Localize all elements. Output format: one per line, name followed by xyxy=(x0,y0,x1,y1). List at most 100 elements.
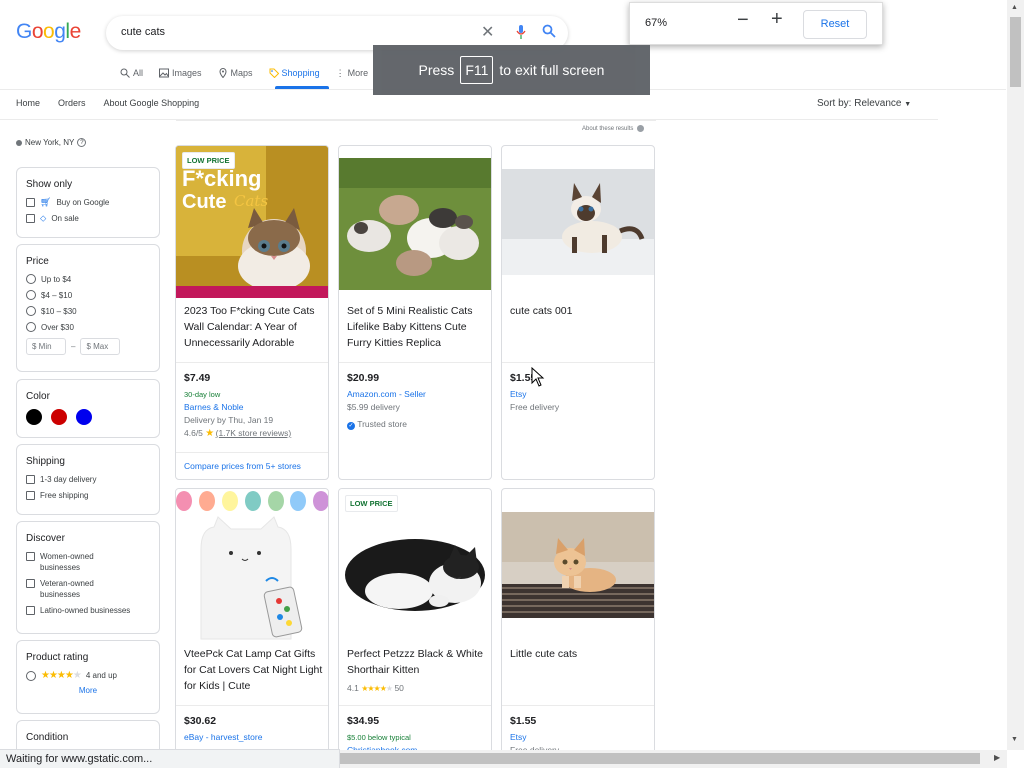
shipping-option[interactable]: 1-3 day delivery xyxy=(26,474,159,485)
star-rating-icon: ★★★★★ xyxy=(361,684,393,693)
product-title[interactable]: cute cats 001 xyxy=(510,303,650,319)
image-icon xyxy=(159,68,170,78)
search-input[interactable]: cute cats xyxy=(121,26,165,38)
clear-icon[interactable]: ✕ xyxy=(481,22,494,42)
status-bar: Waiting for www.gstatic.com... xyxy=(0,749,340,768)
zoom-in-button[interactable]: + xyxy=(771,8,783,31)
google-logo[interactable]: Google xyxy=(16,20,81,44)
sort-by-dropdown[interactable]: Sort by: Relevance ▼ xyxy=(817,98,911,109)
subnav-about[interactable]: About Google Shopping xyxy=(104,98,200,108)
radio[interactable] xyxy=(26,290,36,300)
price-range-inputs: $ Min – $ Max xyxy=(26,338,159,355)
scroll-down-icon[interactable]: ▼ xyxy=(1011,736,1018,743)
color-swatch-red[interactable] xyxy=(51,409,67,425)
store-name[interactable]: eBay - harvest_store xyxy=(184,731,262,744)
product-title[interactable]: Little cute cats xyxy=(510,646,650,662)
store-name[interactable]: Etsy xyxy=(510,388,559,401)
product-card[interactable]: Little cute cats $1.55 Etsy Free deliver… xyxy=(501,488,655,768)
scroll-right-icon[interactable]: ▶ xyxy=(994,753,1000,762)
low-price-badge: LOW PRICE xyxy=(182,152,235,169)
radio[interactable] xyxy=(26,322,36,332)
product-meta: 30-day low Barnes & Noble Delivery by Th… xyxy=(184,388,291,440)
microphone-icon[interactable] xyxy=(516,25,526,39)
scroll-thumb[interactable] xyxy=(340,753,980,764)
store-name[interactable]: Etsy xyxy=(510,731,559,744)
location[interactable]: New York, NY ? xyxy=(16,138,87,147)
subnav-home[interactable]: Home xyxy=(16,98,40,108)
product-card[interactable]: LOW PRICE F*cking Cute Cats 2023 Too F*c… xyxy=(175,145,329,480)
discover-option[interactable]: Latino-owned businesses xyxy=(26,605,159,616)
checkbox[interactable] xyxy=(26,214,35,223)
review-count[interactable]: (1.7K store reviews) xyxy=(216,428,292,438)
product-title[interactable]: Set of 5 Mini Realistic Cats Lifelike Ba… xyxy=(347,303,487,351)
about-these-results[interactable]: About these results xyxy=(582,125,645,132)
discover-option[interactable]: Veteran-owned businesses xyxy=(26,578,116,600)
discover-option[interactable]: Women-owned businesses xyxy=(26,551,116,573)
product-card[interactable]: LOW PRICE Perfect Petzzz Black & White S… xyxy=(338,488,492,768)
product-card[interactable]: Set of 5 Mini Realistic Cats Lifelike Ba… xyxy=(338,145,492,480)
product-card[interactable]: cute cats 001 $1.55 Etsy Free delivery xyxy=(501,145,655,480)
cat-lamp-image xyxy=(176,489,328,641)
rating-option[interactable]: ★★★★★ 4 and up xyxy=(26,670,159,681)
product-rating: 4.1 ★★★★★ 50 xyxy=(347,682,404,695)
zoom-out-button[interactable]: − xyxy=(737,9,749,32)
tab-maps[interactable]: Maps xyxy=(218,66,253,80)
svg-text:Cats: Cats xyxy=(234,192,268,210)
product-title[interactable]: VteePck Cat Lamp Cat Gifts for Cat Lover… xyxy=(184,646,324,694)
color-swatch-black[interactable] xyxy=(26,409,42,425)
tab-shopping[interactable]: Shopping xyxy=(269,66,320,80)
radio[interactable] xyxy=(26,274,36,284)
option-label: Free shipping xyxy=(40,491,89,500)
option-label: Latino-owned businesses xyxy=(40,606,131,615)
subnav-orders[interactable]: Orders xyxy=(58,98,86,108)
low-price-badge: LOW PRICE xyxy=(345,495,398,512)
zoom-reset-button[interactable]: Reset xyxy=(803,10,867,39)
filter-discover: Discover Women-owned businesses Veteran-… xyxy=(16,521,160,634)
store-name[interactable]: Barnes & Noble xyxy=(184,401,291,414)
more-link[interactable]: More xyxy=(17,686,159,695)
delivery-info: Free delivery xyxy=(510,402,560,412)
radio[interactable] xyxy=(26,306,36,316)
product-title[interactable]: Perfect Petzzz Black & White Shorthair K… xyxy=(347,646,487,678)
star-icon: ★ xyxy=(205,428,214,439)
radio[interactable] xyxy=(26,670,36,681)
product-price: $30.62 xyxy=(184,715,217,727)
scroll-thumb[interactable] xyxy=(1010,17,1021,87)
checkbox[interactable] xyxy=(26,579,35,588)
store-name[interactable]: Amazon.com - Seller xyxy=(347,388,426,401)
map-pin-icon xyxy=(219,68,227,78)
filter-title: Price xyxy=(26,256,49,267)
cart-icon: 🛒︎ xyxy=(40,197,52,207)
delivery-info: $5.99 delivery xyxy=(347,402,400,412)
compare-prices-link[interactable]: Compare prices from 5+ stores xyxy=(184,461,301,471)
help-icon[interactable]: ? xyxy=(77,138,87,147)
product-title[interactable]: 2023 Too F*cking Cute Cats Wall Calendar… xyxy=(184,303,324,351)
tab-label: Shopping xyxy=(281,68,320,78)
price-option[interactable]: Over $30 xyxy=(26,322,159,333)
price-option[interactable]: Up to $4 xyxy=(26,274,159,285)
search-icon[interactable] xyxy=(542,24,556,38)
tab-images[interactable]: Images xyxy=(159,66,202,80)
star-rating-icon: ★★★★★ xyxy=(41,670,82,681)
option-label: Over $30 xyxy=(41,323,74,332)
color-swatch-blue[interactable] xyxy=(76,409,92,425)
checkbox[interactable] xyxy=(26,491,35,500)
scroll-up-icon[interactable]: ▲ xyxy=(1011,4,1018,11)
caret-down-icon: ▼ xyxy=(904,101,912,108)
price-max-input[interactable]: $ Max xyxy=(80,338,121,355)
tab-all[interactable]: All xyxy=(120,66,143,80)
shipping-option[interactable]: Free shipping xyxy=(26,490,159,501)
checkbox[interactable] xyxy=(26,552,35,561)
price-option[interactable]: $10 – $30 xyxy=(26,306,159,317)
vertical-scrollbar[interactable]: ▲ ▼ xyxy=(1007,0,1024,750)
price-option[interactable]: $4 – $10 xyxy=(26,290,159,301)
checkbox[interactable] xyxy=(26,606,35,615)
filter-option-buy-on-google[interactable]: 🛒︎ Buy on Google xyxy=(26,197,159,208)
tab-more[interactable]: ⋮ More xyxy=(336,66,369,80)
checkbox[interactable] xyxy=(26,475,35,484)
filter-option-on-sale[interactable]: ⬦ On sale xyxy=(26,213,159,224)
price-min-input[interactable]: $ Min xyxy=(26,338,66,355)
color-swatches xyxy=(26,409,159,425)
product-card[interactable]: VteePck Cat Lamp Cat Gifts for Cat Lover… xyxy=(175,488,329,768)
checkbox[interactable] xyxy=(26,198,35,207)
